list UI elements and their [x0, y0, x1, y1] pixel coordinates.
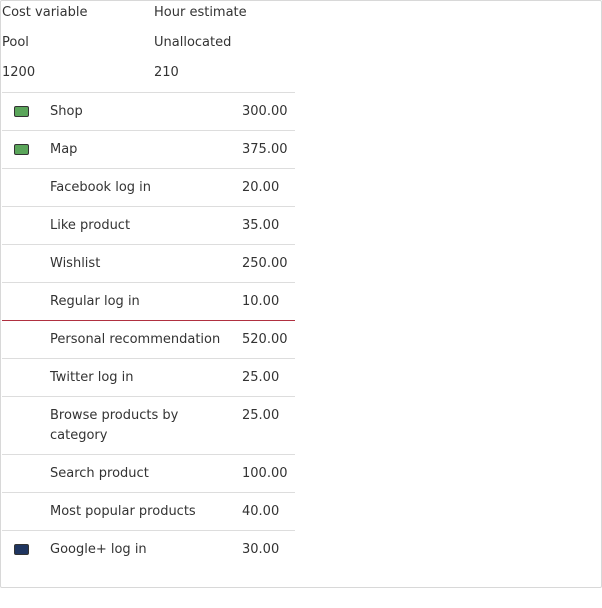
summary-row: 1200 210 [2, 61, 294, 91]
item-value: 25.00 [242, 408, 280, 423]
estimate-panel: Cost variable Hour estimate Pool Unalloc… [0, 0, 602, 588]
list-item[interactable]: Shop 300.00 [2, 93, 295, 131]
cost-variable-header: Cost variable [2, 5, 88, 20]
item-label: Personal recommendation [50, 332, 221, 347]
color-swatch [14, 144, 29, 155]
list-item[interactable]: Browse products by category 25.00 [2, 397, 295, 455]
list-item[interactable]: Regular log in 10.00 [2, 283, 295, 321]
item-label: Wishlist [50, 256, 101, 271]
item-value: 20.00 [242, 180, 280, 195]
pool-value: 1200 [2, 65, 36, 80]
list-item[interactable]: Search product 100.00 [2, 455, 295, 493]
item-value: 25.00 [242, 370, 280, 385]
item-value: 35.00 [242, 218, 280, 233]
list-item[interactable]: Google+ log in 30.00 [2, 531, 295, 568]
color-swatch [14, 544, 29, 555]
item-label: Search product [50, 466, 149, 481]
list-item[interactable]: Map 375.00 [2, 131, 295, 169]
list-item[interactable]: Most popular products 40.00 [2, 493, 295, 531]
item-value: 300.00 [242, 104, 288, 119]
item-label: Regular log in [50, 294, 140, 309]
item-value: 30.00 [242, 542, 280, 557]
list-item[interactable]: Wishlist 250.00 [2, 245, 295, 283]
item-label: Most popular products [50, 504, 196, 519]
list-item[interactable]: Like product 35.00 [2, 207, 295, 245]
item-list: Shop 300.00 Map 375.00 Facebook log in 2… [2, 92, 295, 568]
summary-grid: Cost variable Hour estimate Pool Unalloc… [2, 1, 294, 91]
hour-estimate-header: Hour estimate [154, 5, 247, 20]
unallocated-value: 210 [154, 65, 179, 80]
item-value: 520.00 [242, 332, 288, 347]
summary-row: Pool Unallocated [2, 31, 294, 61]
item-label: Twitter log in [50, 370, 134, 385]
item-value: 250.00 [242, 256, 288, 271]
item-label: Shop [50, 104, 83, 119]
list-item[interactable]: Personal recommendation 520.00 [2, 321, 295, 359]
color-swatch [14, 106, 29, 117]
list-item[interactable]: Facebook log in 20.00 [2, 169, 295, 207]
item-value: 10.00 [242, 294, 280, 309]
item-label: Map [50, 142, 78, 157]
item-value: 375.00 [242, 142, 288, 157]
item-label: Like product [50, 218, 131, 233]
item-label: Facebook log in [50, 180, 152, 195]
list-item[interactable]: Twitter log in 25.00 [2, 359, 295, 397]
unallocated-label: Unallocated [154, 35, 232, 50]
summary-header-row: Cost variable Hour estimate [2, 1, 294, 31]
item-label: Google+ log in [50, 542, 147, 557]
item-value: 40.00 [242, 504, 280, 519]
item-label: Browse products by category [50, 408, 179, 443]
pool-label: Pool [2, 35, 29, 50]
item-value: 100.00 [242, 466, 288, 481]
